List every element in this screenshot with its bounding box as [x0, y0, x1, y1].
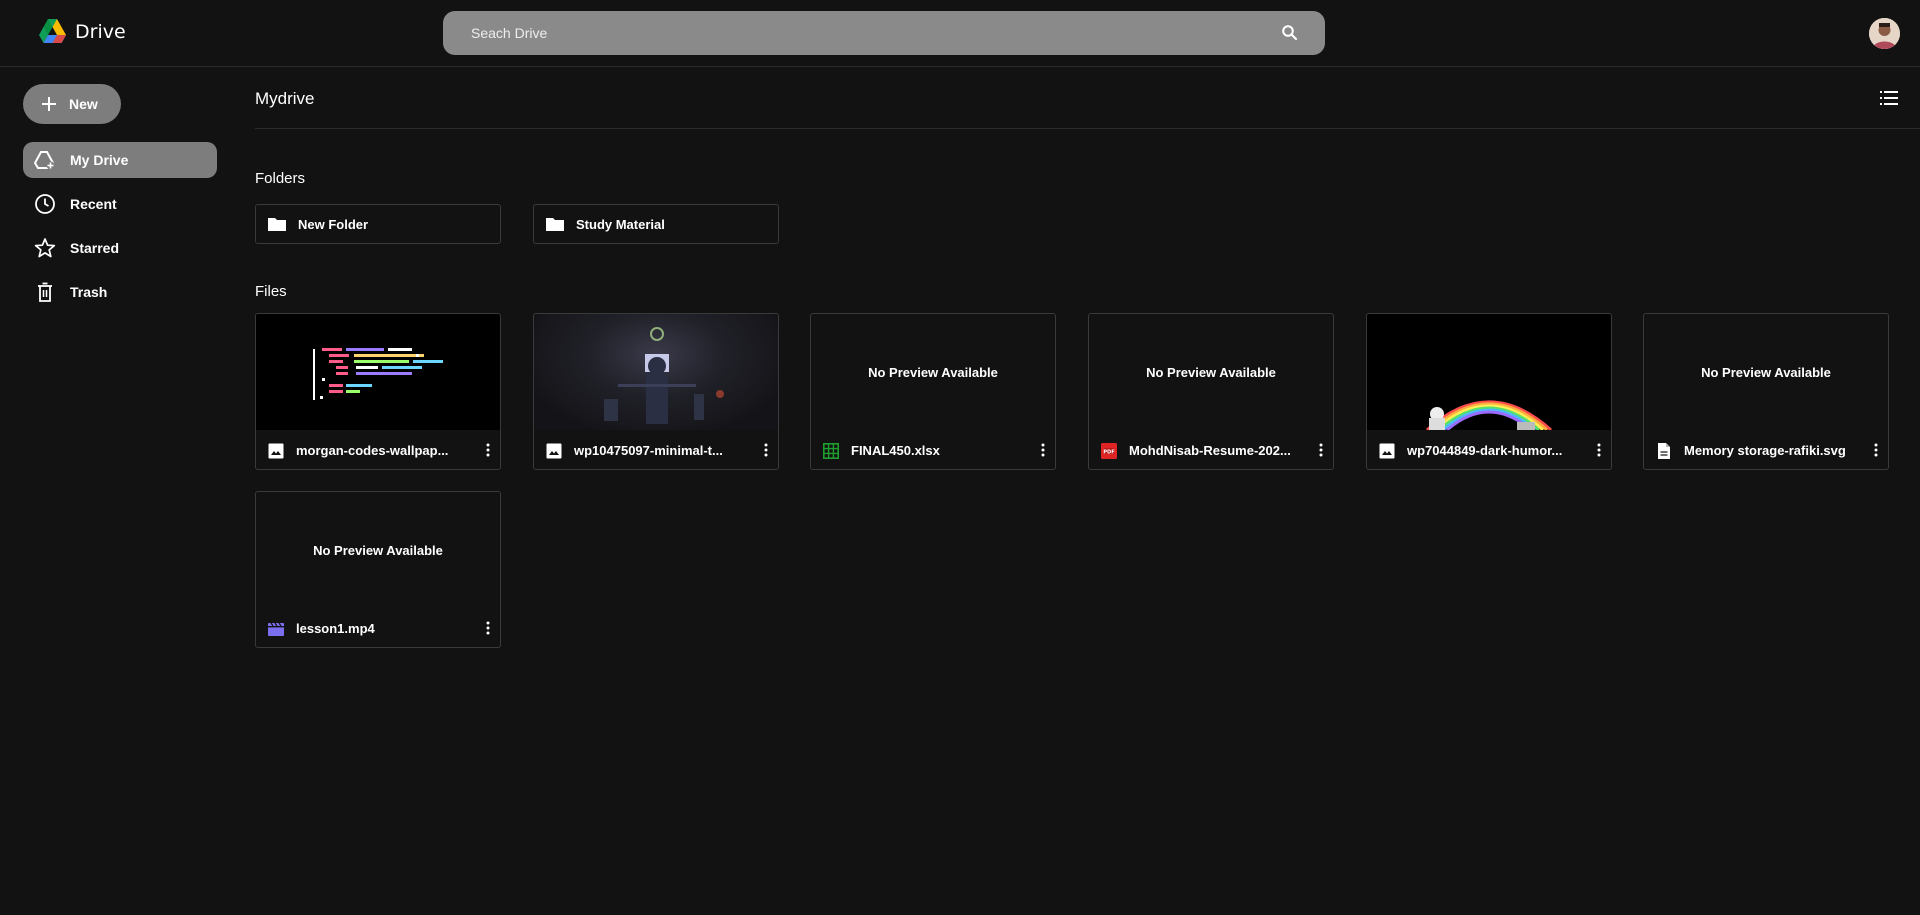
more-options-icon[interactable] [1319, 443, 1323, 457]
image-file-icon [546, 443, 562, 458]
more-options-icon[interactable] [1041, 443, 1045, 457]
drive-icon [34, 151, 55, 170]
file-card-footer: wp7044849-dark-humor... [1367, 430, 1611, 469]
file-card[interactable]: morgan-codes-wallpap... [255, 313, 501, 470]
file-name: morgan-codes-wallpap... [296, 443, 449, 458]
svg-text:PDF: PDF [1103, 449, 1114, 455]
sidebar-item-label: Starred [70, 240, 120, 256]
folder-icon [268, 218, 286, 231]
file-name: Memory storage-rafiki.svg [1684, 443, 1846, 458]
image-file-icon [1379, 443, 1395, 458]
new-button-label: New [69, 96, 98, 112]
user-avatar-icon [1869, 18, 1900, 49]
clock-icon [35, 194, 55, 214]
file-card[interactable]: No Preview Available Memory storage-rafi… [1643, 313, 1889, 470]
more-options-icon[interactable] [764, 443, 768, 457]
folder-item[interactable]: New Folder [255, 204, 501, 244]
file-card[interactable]: No Preview Available FINAL450.xlsx [810, 313, 1056, 470]
file-card[interactable]: No Preview Available PDF MohdNisab-Resum… [1088, 313, 1334, 470]
file-card-footer: FINAL450.xlsx [811, 430, 1055, 469]
file-name: wp10475097-minimal-t... [574, 443, 723, 458]
avatar[interactable] [1869, 18, 1900, 49]
spreadsheet-file-icon [823, 442, 839, 459]
sidebar-item-my-drive[interactable]: My Drive [23, 142, 217, 178]
file-card-footer: Memory storage-rafiki.svg [1644, 430, 1888, 469]
files-heading: Files [255, 283, 287, 300]
sidebar-item-label: Trash [70, 284, 108, 300]
search-bar[interactable] [443, 11, 1325, 55]
no-preview-text: No Preview Available [1146, 364, 1276, 380]
folder-item[interactable]: Study Material [533, 204, 779, 244]
file-preview-thumbnail [256, 314, 500, 430]
file-name: wp7044849-dark-humor... [1407, 443, 1563, 458]
list-view-icon[interactable] [1880, 90, 1898, 106]
more-options-icon[interactable] [486, 443, 490, 457]
file-card-footer: lesson1.mp4 [256, 608, 500, 647]
file-card[interactable]: wp10475097-minimal-t... [533, 313, 779, 470]
file-card[interactable]: No Preview Available lesson1.mp4 [255, 491, 501, 648]
folder-name: New Folder [298, 216, 369, 232]
no-preview-text: No Preview Available [313, 542, 443, 558]
no-preview-text: No Preview Available [1701, 364, 1831, 380]
more-options-icon[interactable] [1597, 443, 1601, 457]
sidebar-item-label: Recent [70, 196, 117, 212]
app-header: Drive [0, 0, 1920, 67]
new-button[interactable]: New [23, 84, 121, 124]
file-name: FINAL450.xlsx [851, 443, 940, 458]
search-input[interactable] [443, 11, 1325, 55]
file-card-footer: wp10475097-minimal-t... [534, 430, 778, 469]
sidebar-item-label: My Drive [70, 152, 129, 168]
file-name: MohdNisab-Resume-202... [1129, 443, 1291, 458]
more-options-icon[interactable] [486, 621, 490, 635]
file-name: lesson1.mp4 [296, 621, 375, 636]
file-card[interactable]: wp7044849-dark-humor... [1366, 313, 1612, 470]
file-card-footer: PDF MohdNisab-Resume-202... [1089, 430, 1333, 469]
document-file-icon [1658, 442, 1670, 459]
sidebar-item-trash[interactable]: Trash [23, 274, 217, 310]
page-title: Mydrive [255, 89, 315, 108]
trash-icon [38, 282, 52, 302]
file-card-footer: morgan-codes-wallpap... [256, 430, 500, 469]
header-divider [255, 128, 1920, 129]
sidebar-item-starred[interactable]: Starred [23, 230, 217, 266]
file-preview-thumbnail [534, 314, 778, 430]
file-preview-thumbnail [1367, 314, 1611, 432]
star-icon [34, 238, 56, 258]
no-preview-text: No Preview Available [868, 364, 998, 380]
app-name: Drive [75, 20, 126, 43]
video-file-icon [268, 622, 284, 636]
drive-logo-icon [39, 19, 66, 43]
folders-heading: Folders [255, 170, 306, 187]
search-icon[interactable] [1281, 24, 1299, 42]
image-file-icon [268, 443, 284, 458]
pdf-file-icon: PDF [1101, 442, 1117, 459]
folder-icon [546, 218, 564, 231]
more-options-icon[interactable] [1874, 443, 1878, 457]
app-logo[interactable]: Drive [39, 19, 126, 44]
folder-name: Study Material [576, 216, 665, 232]
plus-icon [42, 97, 56, 111]
sidebar-item-recent[interactable]: Recent [23, 186, 217, 222]
